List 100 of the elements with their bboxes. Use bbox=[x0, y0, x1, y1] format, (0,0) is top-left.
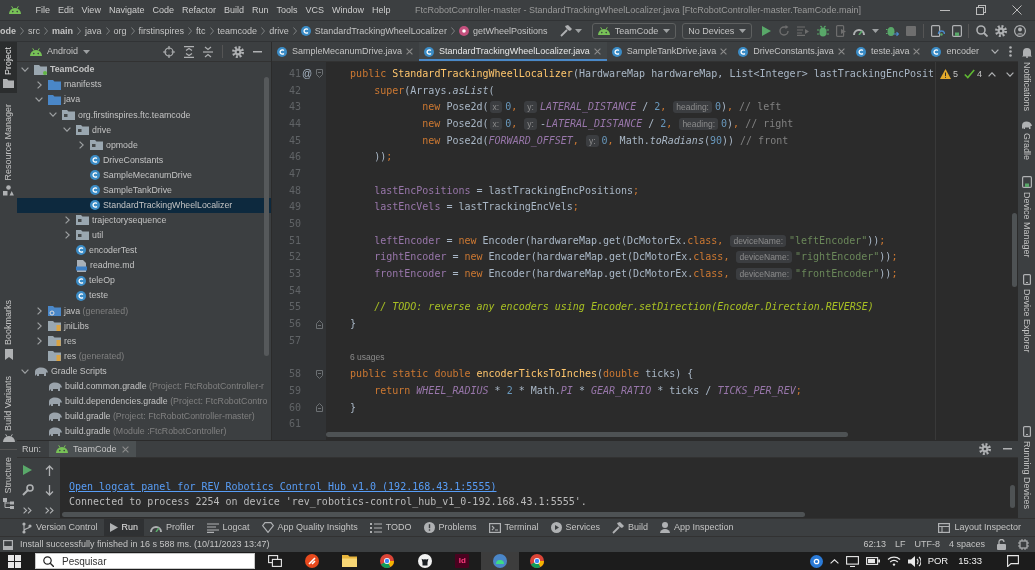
editor-tab[interactable]: SampleMecanumDrive.java bbox=[272, 42, 420, 61]
menu-item[interactable]: Run bbox=[248, 1, 272, 19]
menu-item[interactable]: VCS bbox=[302, 1, 328, 19]
tool-window-button[interactable]: Layout Inspector bbox=[932, 519, 1027, 536]
status-message[interactable]: Install successfully finished in 16 s 588 ms. (10/11/2023 13:47) bbox=[20, 539, 270, 550]
run-icon[interactable] bbox=[23, 465, 33, 475]
tool-window-tab[interactable]: Structure bbox=[0, 452, 17, 514]
caret-position[interactable]: 62:13 bbox=[863, 539, 886, 550]
tree-item[interactable]: opmode bbox=[17, 137, 271, 153]
taskbar-button[interactable] bbox=[481, 552, 519, 570]
usages-hint[interactable]: 6 usages bbox=[350, 352, 385, 363]
double-chevron-icon[interactable] bbox=[44, 506, 54, 514]
tree-item[interactable]: build.gradle (Project: FtcRobotController-master) bbox=[17, 408, 271, 424]
tree-item[interactable]: java bbox=[17, 92, 271, 108]
breadcrumb-item[interactable]: ftc bbox=[196, 25, 206, 37]
tree-item[interactable]: manifests bbox=[17, 77, 271, 93]
tree-item[interactable]: teleOp bbox=[17, 273, 271, 289]
chevron-right-icon[interactable] bbox=[78, 140, 84, 149]
tree-item[interactable]: build.gradle (Module :FtcRobotController) bbox=[17, 423, 271, 439]
crosshair-icon[interactable] bbox=[163, 45, 175, 58]
warning-icon[interactable] bbox=[939, 69, 951, 79]
breadcrumb-item[interactable]: src bbox=[28, 25, 40, 37]
chevron-right-icon[interactable] bbox=[64, 216, 70, 225]
scrollbar-thumb[interactable] bbox=[62, 512, 805, 517]
tool-window-button[interactable]: App Quality Insights bbox=[255, 519, 364, 536]
wifi-icon[interactable] bbox=[886, 556, 901, 566]
editor-tab[interactable]: teste.java bbox=[850, 42, 927, 61]
tool-window-button[interactable]: App Inspection bbox=[654, 519, 740, 536]
tree-item[interactable]: teste bbox=[17, 288, 271, 304]
chevron-right-icon[interactable] bbox=[36, 336, 42, 345]
scrollbar-thumb[interactable] bbox=[264, 77, 269, 356]
menu-item[interactable]: Window bbox=[328, 1, 368, 19]
tool-window-button[interactable]: Terminal bbox=[482, 519, 545, 536]
gauge-icon[interactable] bbox=[852, 27, 865, 35]
run-configuration-dropdown[interactable]: TeamCode bbox=[591, 23, 677, 39]
phone-icon[interactable] bbox=[951, 25, 962, 37]
breadcrumb-item[interactable]: ode bbox=[0, 25, 16, 37]
tree-item[interactable]: util bbox=[17, 227, 271, 243]
warning-count[interactable]: 5 bbox=[952, 68, 958, 80]
menu-item[interactable]: Help bbox=[368, 1, 395, 19]
scrollbar-thumb[interactable] bbox=[1012, 213, 1017, 287]
chevron-down-icon[interactable] bbox=[21, 67, 29, 73]
tool-window-button[interactable]: Version Control bbox=[16, 519, 104, 536]
scrollbar-thumb[interactable] bbox=[326, 432, 848, 437]
logcat-link[interactable]: Open logcat panel for REV Robotics Control Hub v1.0 (192.168.43.1:5555) bbox=[69, 479, 497, 494]
speaker-icon[interactable] bbox=[907, 555, 921, 567]
close-icon[interactable] bbox=[913, 48, 921, 55]
menu-item[interactable]: Tools bbox=[273, 1, 301, 19]
tree-item[interactable]: SampleMecanumDrive bbox=[17, 167, 271, 183]
tool-window-button[interactable]: Run bbox=[103, 519, 145, 536]
notification-icon[interactable] bbox=[1007, 555, 1019, 567]
fold-end-icon[interactable] bbox=[316, 403, 323, 413]
tool-window-button[interactable]: Problems bbox=[417, 519, 483, 536]
tree-item[interactable]: TeamCode bbox=[17, 62, 271, 78]
file-encoding[interactable]: UTF-8 bbox=[914, 539, 940, 550]
tool-window-tab[interactable]: Notifications bbox=[1018, 42, 1035, 117]
input-language[interactable]: POR bbox=[927, 555, 949, 567]
search-field[interactable]: Pesquisar bbox=[35, 553, 255, 569]
editor-tab[interactable]: StandardTrackingWheelLocalizer.java bbox=[419, 42, 607, 61]
chevron-down-icon[interactable] bbox=[49, 112, 57, 118]
chevron-right-icon[interactable] bbox=[64, 231, 70, 240]
wrench-icon[interactable] bbox=[21, 484, 34, 496]
close-icon[interactable] bbox=[406, 48, 414, 55]
checkmark-icon[interactable] bbox=[964, 69, 975, 79]
breadcrumb-item[interactable]: teamcode bbox=[217, 25, 258, 37]
settings-icon[interactable] bbox=[979, 443, 991, 455]
settings-icon[interactable] bbox=[232, 45, 244, 58]
tool-window-tab[interactable]: Bookmarks bbox=[0, 294, 17, 365]
fold-end-icon[interactable] bbox=[316, 319, 323, 329]
arrow-up-icon[interactable] bbox=[44, 464, 54, 476]
tool-window-tab[interactable]: Device Manager bbox=[1018, 171, 1035, 263]
tree-item[interactable]: SampleTankDrive bbox=[17, 182, 271, 198]
view-dropdown[interactable]: Android bbox=[28, 42, 93, 61]
restart-icon[interactable] bbox=[778, 25, 791, 37]
tool-window-button[interactable]: TODO bbox=[363, 519, 418, 536]
scrollbar-thumb[interactable] bbox=[1010, 485, 1015, 508]
tree-item[interactable]: build.dependencies.gradle (Project: FtcRobotContro bbox=[17, 393, 271, 409]
clock[interactable]: 15:33 bbox=[958, 555, 982, 567]
collapse-all-icon[interactable] bbox=[203, 45, 213, 58]
expand-all-icon[interactable] bbox=[184, 45, 194, 58]
editor-tab[interactable]: encoder bbox=[926, 42, 985, 61]
breadcrumb-item[interactable]: main bbox=[52, 25, 74, 37]
tree-item[interactable]: DriveConstants bbox=[17, 152, 271, 168]
close-icon[interactable] bbox=[593, 48, 601, 55]
menu-item[interactable]: Navigate bbox=[105, 1, 148, 19]
chip-icon[interactable] bbox=[1018, 539, 1029, 550]
tree-item[interactable]: java (generated) bbox=[17, 303, 271, 319]
double-chevron-icon[interactable] bbox=[23, 506, 33, 514]
tree-item[interactable]: org.firstinspires.ftc.teamcode bbox=[17, 107, 271, 123]
chevron-down-icon[interactable] bbox=[991, 49, 999, 54]
tool-window-tab[interactable]: Gradle bbox=[1018, 116, 1035, 166]
battery-icon[interactable] bbox=[865, 557, 880, 565]
editor-tab[interactable]: DriveConstants.java bbox=[733, 42, 851, 61]
tree-item[interactable]: readme.md bbox=[17, 258, 271, 274]
chevron-down-icon[interactable] bbox=[21, 368, 29, 374]
tool-window-button[interactable]: Logcat bbox=[200, 519, 256, 536]
tool-window-button[interactable]: Profiler bbox=[144, 519, 201, 536]
menu-item[interactable]: Edit bbox=[54, 1, 78, 19]
account-icon[interactable] bbox=[1014, 25, 1027, 37]
chevron-down-icon[interactable] bbox=[35, 97, 43, 103]
